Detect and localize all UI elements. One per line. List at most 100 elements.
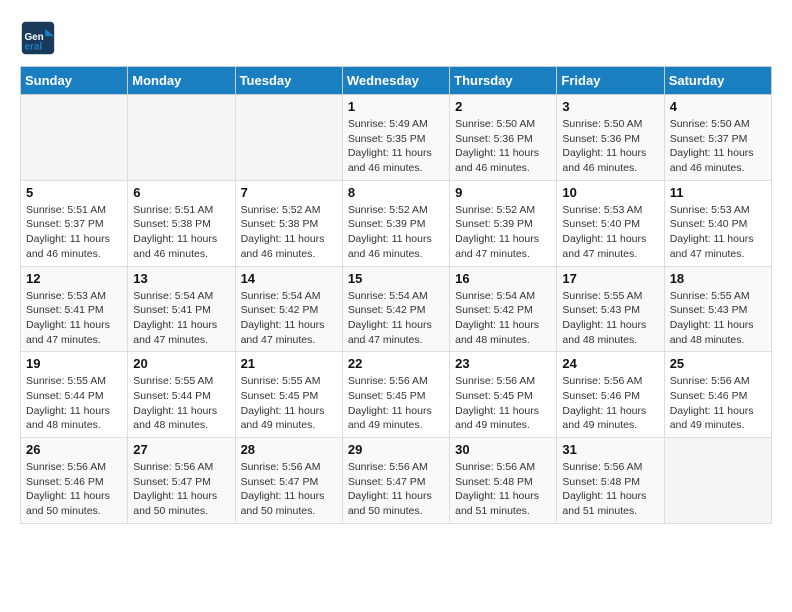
page-header: Gen eral xyxy=(20,20,772,56)
day-number: 27 xyxy=(133,442,229,457)
calendar-cell: 1 Sunrise: 5:49 AMSunset: 5:35 PMDaylight… xyxy=(342,95,449,181)
day-number: 24 xyxy=(562,356,658,371)
day-number: 7 xyxy=(241,185,337,200)
calendar-cell xyxy=(128,95,235,181)
day-number: 18 xyxy=(670,271,766,286)
day-number: 25 xyxy=(670,356,766,371)
calendar-cell: 21 Sunrise: 5:55 AMSunset: 5:45 PMDayligh… xyxy=(235,352,342,438)
day-info: Sunrise: 5:52 AMSunset: 5:38 PMDaylight:… xyxy=(241,203,337,262)
calendar-table: SundayMondayTuesdayWednesdayThursdayFrid… xyxy=(20,66,772,524)
calendar-cell: 13 Sunrise: 5:54 AMSunset: 5:41 PMDayligh… xyxy=(128,266,235,352)
calendar-cell: 17 Sunrise: 5:55 AMSunset: 5:43 PMDayligh… xyxy=(557,266,664,352)
day-info: Sunrise: 5:56 AMSunset: 5:45 PMDaylight:… xyxy=(348,374,444,433)
calendar-cell: 2Sunrise: 5:50 AMSunset: 5:36 PMDaylight… xyxy=(450,95,557,181)
day-number: 23 xyxy=(455,356,551,371)
day-of-week-header: Sunday xyxy=(21,67,128,95)
calendar-cell: 12Sunrise: 5:53 AMSunset: 5:41 PMDayligh… xyxy=(21,266,128,352)
day-number: 31 xyxy=(562,442,658,457)
day-number: 4 xyxy=(670,99,766,114)
calendar-cell: 28Sunrise: 5:56 AMSunset: 5:47 PMDayligh… xyxy=(235,438,342,524)
calendar-cell: 23 Sunrise: 5:56 AMSunset: 5:45 PMDayligh… xyxy=(450,352,557,438)
day-number: 30 xyxy=(455,442,551,457)
day-info: Sunrise: 5:56 AMSunset: 5:47 PMDaylight:… xyxy=(133,460,229,519)
day-info: Sunrise: 5:52 AMSunset: 5:39 PMDaylight:… xyxy=(455,203,551,262)
svg-text:eral: eral xyxy=(25,42,43,53)
day-info: Sunrise: 5:54 AMSunset: 5:42 PMDaylight:… xyxy=(241,289,337,348)
day-info: Sunrise: 5:55 AMSunset: 5:43 PMDaylight:… xyxy=(562,289,658,348)
calendar-week-row: 1 Sunrise: 5:49 AMSunset: 5:35 PMDaylight… xyxy=(21,95,772,181)
day-info: Sunrise: 5:54 AMSunset: 5:41 PMDaylight:… xyxy=(133,289,229,348)
day-number: 11 xyxy=(670,185,766,200)
day-info: Sunrise: 5:54 AMSunset: 5:42 PMDaylight:… xyxy=(455,289,551,348)
day-info: Sunrise: 5:56 AMSunset: 5:46 PMDaylight:… xyxy=(562,374,658,433)
calendar-cell: 26 Sunrise: 5:56 AMSunset: 5:46 PMDayligh… xyxy=(21,438,128,524)
calendar-week-row: 19 Sunrise: 5:55 AMSunset: 5:44 PMDayligh… xyxy=(21,352,772,438)
day-info: Sunrise: 5:55 AMSunset: 5:43 PMDaylight:… xyxy=(670,289,766,348)
day-of-week-header: Friday xyxy=(557,67,664,95)
day-info: Sunrise: 5:49 AMSunset: 5:35 PMDaylight:… xyxy=(348,117,444,176)
calendar-cell: 4 Sunrise: 5:50 AMSunset: 5:37 PMDaylight… xyxy=(664,95,771,181)
day-number: 20 xyxy=(133,356,229,371)
calendar-cell: 29 Sunrise: 5:56 AMSunset: 5:47 PMDayligh… xyxy=(342,438,449,524)
day-info: Sunrise: 5:53 AMSunset: 5:40 PMDaylight:… xyxy=(562,203,658,262)
calendar-cell: 30 Sunrise: 5:56 AMSunset: 5:48 PMDayligh… xyxy=(450,438,557,524)
day-info: Sunrise: 5:55 AMSunset: 5:45 PMDaylight:… xyxy=(241,374,337,433)
day-number: 13 xyxy=(133,271,229,286)
calendar-cell xyxy=(664,438,771,524)
calendar-cell: 20 Sunrise: 5:55 AMSunset: 5:44 PMDayligh… xyxy=(128,352,235,438)
day-info: Sunrise: 5:56 AMSunset: 5:47 PMDaylight:… xyxy=(348,460,444,519)
day-number: 8 xyxy=(348,185,444,200)
calendar-cell: 11 Sunrise: 5:53 AMSunset: 5:40 PMDayligh… xyxy=(664,180,771,266)
calendar-cell: 15Sunrise: 5:54 AMSunset: 5:42 PMDayligh… xyxy=(342,266,449,352)
calendar-cell: 8 Sunrise: 5:52 AMSunset: 5:39 PMDaylight… xyxy=(342,180,449,266)
day-info: Sunrise: 5:56 AMSunset: 5:45 PMDaylight:… xyxy=(455,374,551,433)
day-info: Sunrise: 5:50 AMSunset: 5:36 PMDaylight:… xyxy=(455,117,551,176)
day-number: 1 xyxy=(348,99,444,114)
logo: Gen eral xyxy=(20,20,60,56)
calendar-cell: 3 Sunrise: 5:50 AMSunset: 5:36 PMDaylight… xyxy=(557,95,664,181)
day-of-week-header: Monday xyxy=(128,67,235,95)
day-of-week-header: Tuesday xyxy=(235,67,342,95)
day-info: Sunrise: 5:54 AMSunset: 5:42 PMDaylight:… xyxy=(348,289,444,348)
calendar-cell: 16 Sunrise: 5:54 AMSunset: 5:42 PMDayligh… xyxy=(450,266,557,352)
calendar-cell xyxy=(21,95,128,181)
day-info: Sunrise: 5:53 AMSunset: 5:40 PMDaylight:… xyxy=(670,203,766,262)
calendar-cell: 25 Sunrise: 5:56 AMSunset: 5:46 PMDayligh… xyxy=(664,352,771,438)
day-info: Sunrise: 5:56 AMSunset: 5:46 PMDaylight:… xyxy=(670,374,766,433)
day-number: 17 xyxy=(562,271,658,286)
day-info: Sunrise: 5:56 AMSunset: 5:48 PMDaylight:… xyxy=(455,460,551,519)
day-info: Sunrise: 5:50 AMSunset: 5:36 PMDaylight:… xyxy=(562,117,658,176)
calendar-cell: 9 Sunrise: 5:52 AMSunset: 5:39 PMDaylight… xyxy=(450,180,557,266)
calendar-header-row: SundayMondayTuesdayWednesdayThursdayFrid… xyxy=(21,67,772,95)
day-info: Sunrise: 5:55 AMSunset: 5:44 PMDaylight:… xyxy=(133,374,229,433)
day-info: Sunrise: 5:56 AMSunset: 5:46 PMDaylight:… xyxy=(26,460,122,519)
day-number: 22 xyxy=(348,356,444,371)
calendar-cell: 5Sunrise: 5:51 AMSunset: 5:37 PMDaylight… xyxy=(21,180,128,266)
day-info: Sunrise: 5:51 AMSunset: 5:38 PMDaylight:… xyxy=(133,203,229,262)
day-info: Sunrise: 5:50 AMSunset: 5:37 PMDaylight:… xyxy=(670,117,766,176)
calendar-cell: 6 Sunrise: 5:51 AMSunset: 5:38 PMDaylight… xyxy=(128,180,235,266)
day-number: 9 xyxy=(455,185,551,200)
calendar-cell: 27 Sunrise: 5:56 AMSunset: 5:47 PMDayligh… xyxy=(128,438,235,524)
day-number: 29 xyxy=(348,442,444,457)
day-number: 21 xyxy=(241,356,337,371)
day-info: Sunrise: 5:55 AMSunset: 5:44 PMDaylight:… xyxy=(26,374,122,433)
calendar-week-row: 26 Sunrise: 5:56 AMSunset: 5:46 PMDayligh… xyxy=(21,438,772,524)
calendar-cell: 7 Sunrise: 5:52 AMSunset: 5:38 PMDaylight… xyxy=(235,180,342,266)
day-info: Sunrise: 5:52 AMSunset: 5:39 PMDaylight:… xyxy=(348,203,444,262)
day-of-week-header: Thursday xyxy=(450,67,557,95)
calendar-week-row: 5Sunrise: 5:51 AMSunset: 5:37 PMDaylight… xyxy=(21,180,772,266)
calendar-cell: 10 Sunrise: 5:53 AMSunset: 5:40 PMDayligh… xyxy=(557,180,664,266)
calendar-cell: 18 Sunrise: 5:55 AMSunset: 5:43 PMDayligh… xyxy=(664,266,771,352)
day-number: 16 xyxy=(455,271,551,286)
day-number: 26 xyxy=(26,442,122,457)
day-number: 19 xyxy=(26,356,122,371)
day-number: 3 xyxy=(562,99,658,114)
day-info: Sunrise: 5:53 AMSunset: 5:41 PMDaylight:… xyxy=(26,289,122,348)
day-number: 6 xyxy=(133,185,229,200)
day-number: 28 xyxy=(241,442,337,457)
day-number: 10 xyxy=(562,185,658,200)
day-info: Sunrise: 5:51 AMSunset: 5:37 PMDaylight:… xyxy=(26,203,122,262)
calendar-cell: 22 Sunrise: 5:56 AMSunset: 5:45 PMDayligh… xyxy=(342,352,449,438)
calendar-cell xyxy=(235,95,342,181)
